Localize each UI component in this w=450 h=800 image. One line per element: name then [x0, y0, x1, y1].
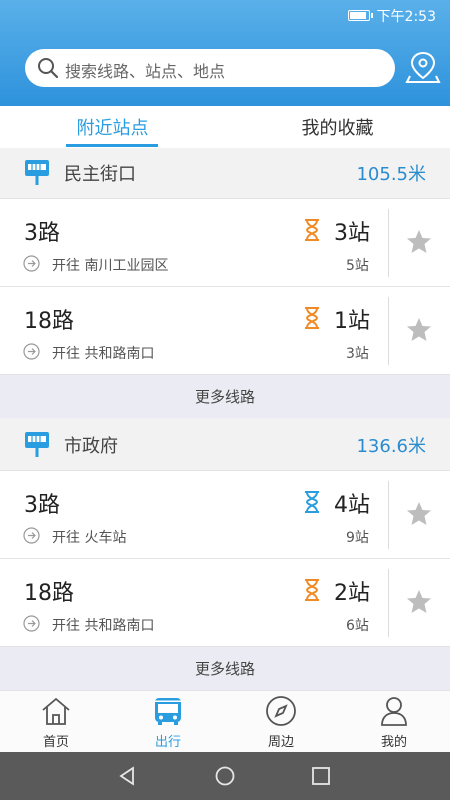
nav-label: 周边	[267, 735, 294, 750]
app-header: 下午2:53 搜索线路、站点、地点	[0, 0, 450, 106]
nav-label: 出行	[154, 735, 181, 750]
favorite-star-icon[interactable]	[406, 229, 432, 255]
battery-icon	[348, 10, 373, 21]
route-direction: 开往 共和路南口	[52, 618, 155, 634]
hourglass-icon	[305, 491, 319, 513]
stops-away: 2站	[334, 581, 370, 606]
total-stops: 9站	[346, 530, 369, 546]
stop-name: 民主街口	[64, 164, 136, 185]
tab-favorites[interactable]: 我的收藏	[225, 114, 450, 140]
hourglass-icon	[305, 219, 319, 241]
nav-label: 我的	[380, 735, 407, 750]
divider	[388, 569, 389, 637]
stop-name: 市政府	[64, 436, 118, 457]
nav-nearby[interactable]: 周边	[225, 691, 337, 753]
route-name: 3路	[24, 221, 60, 246]
location-icon[interactable]	[405, 50, 441, 84]
nav-home[interactable]: 首页	[0, 691, 112, 753]
more-routes-button[interactable]: 更多线路	[0, 646, 450, 690]
favorite-star-icon[interactable]	[406, 501, 432, 527]
search-input[interactable]: 搜索线路、站点、地点	[25, 49, 395, 87]
home-icon	[42, 697, 70, 725]
hourglass-icon	[305, 579, 319, 601]
divider	[388, 209, 389, 277]
tab-bar: 附近站点 我的收藏	[0, 106, 450, 148]
route-direction: 开往 南川工业园区	[52, 258, 169, 274]
total-stops: 3站	[346, 346, 369, 362]
nav-travel[interactable]: 出行	[112, 691, 224, 753]
tab-nearby-stops[interactable]: 附近站点	[0, 114, 225, 140]
bus-stop-icon	[25, 160, 49, 185]
favorite-star-icon[interactable]	[406, 589, 432, 615]
stops-away: 3站	[334, 221, 370, 246]
battery-level	[350, 12, 366, 19]
more-routes-button[interactable]: 更多线路	[0, 374, 450, 418]
route-row[interactable]: 3路 开往 南川工业园区 3站 5站	[0, 198, 450, 286]
stop-distance: 136.6米	[356, 436, 426, 457]
user-icon	[381, 697, 407, 726]
route-name: 18路	[24, 309, 74, 334]
search-icon	[38, 58, 59, 79]
route-row[interactable]: 18路 开往 共和路南口 1站 3站	[0, 286, 450, 374]
divider	[388, 297, 389, 365]
route-name: 18路	[24, 581, 74, 606]
hourglass-icon	[305, 307, 319, 329]
divider	[388, 481, 389, 549]
stop-header[interactable]: 民主街口 105.5米	[0, 148, 450, 198]
compass-icon	[266, 696, 296, 726]
total-stops: 6站	[346, 618, 369, 634]
bottom-nav: 首页 出行 周边 我的	[0, 690, 450, 752]
direction-arrow-icon	[23, 615, 40, 632]
route-direction: 开往 共和路南口	[52, 346, 155, 362]
nav-label: 首页	[42, 735, 69, 750]
bus-stop-icon	[25, 432, 49, 457]
recents-icon[interactable]	[311, 766, 331, 786]
favorite-star-icon[interactable]	[406, 317, 432, 343]
direction-arrow-icon	[23, 343, 40, 360]
search-placeholder: 搜索线路、站点、地点	[65, 62, 226, 81]
route-name: 3路	[24, 493, 60, 518]
stop-distance: 105.5米	[356, 164, 426, 185]
stops-away: 1站	[334, 309, 370, 334]
active-tab-indicator	[66, 144, 158, 147]
route-direction: 开往 火车站	[52, 530, 127, 546]
total-stops: 5站	[346, 258, 369, 274]
nav-mine[interactable]: 我的	[338, 691, 450, 753]
stop-header[interactable]: 市政府 136.6米	[0, 420, 450, 470]
route-row[interactable]: 18路 开往 共和路南口 2站 6站	[0, 558, 450, 646]
system-nav-bar	[0, 752, 450, 800]
home-circle-icon[interactable]	[215, 766, 235, 786]
back-icon[interactable]	[117, 766, 137, 786]
direction-arrow-icon	[23, 255, 40, 272]
direction-arrow-icon	[23, 527, 40, 544]
status-bar: 下午2:53	[0, 0, 450, 30]
status-time: 下午2:53	[376, 9, 436, 25]
route-row[interactable]: 3路 开往 火车站 4站 9站	[0, 470, 450, 558]
stops-away: 4站	[334, 493, 370, 518]
bus-icon	[155, 698, 181, 725]
